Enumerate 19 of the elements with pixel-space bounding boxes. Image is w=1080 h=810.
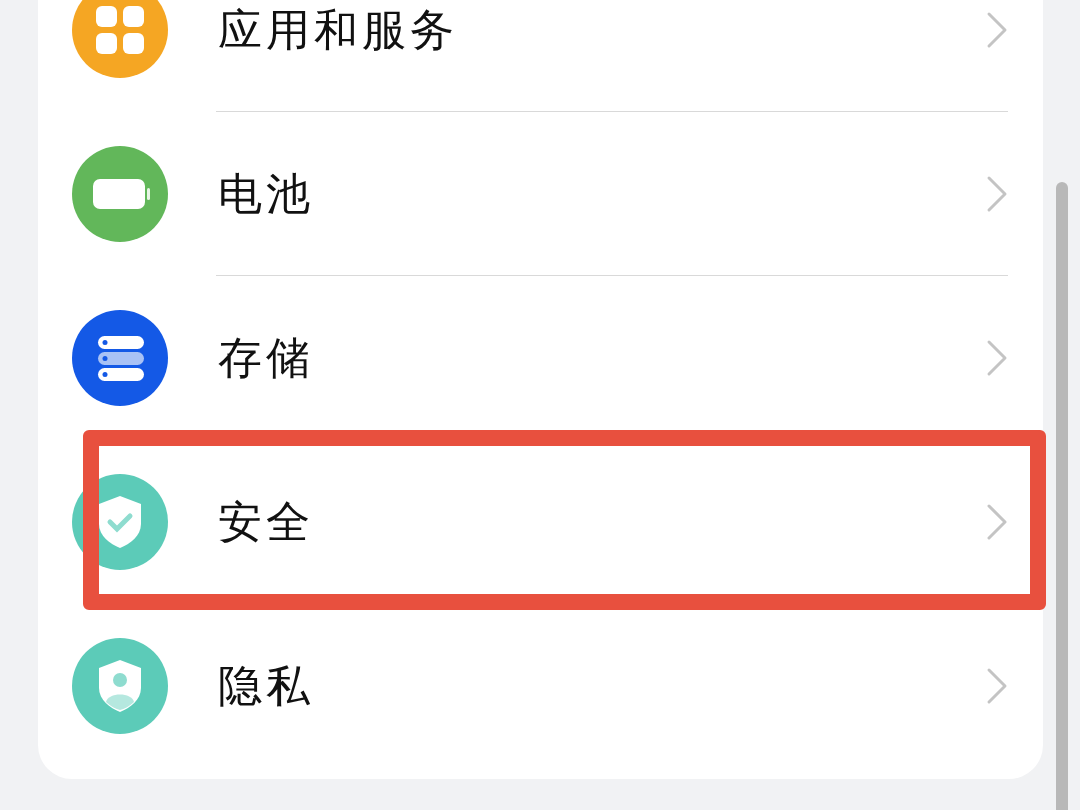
- item-label: 安全: [218, 496, 315, 549]
- storage-icon: [72, 310, 168, 406]
- item-label: 隐私: [218, 660, 315, 713]
- settings-item[interactable]: 安全: [38, 440, 1043, 604]
- chevron-right-icon: [986, 667, 1008, 705]
- chevron-right-icon: [986, 11, 1008, 49]
- chevron-right-icon: [986, 175, 1008, 213]
- chevron-right-icon: [986, 503, 1008, 541]
- item-label: 电池: [218, 168, 315, 221]
- battery-icon: [72, 146, 168, 242]
- settings-item[interactable]: 隐私: [38, 604, 1043, 768]
- settings-item[interactable]: 存储: [38, 276, 1043, 440]
- item-label: 应用和服务: [218, 4, 459, 57]
- shield-check-icon: [72, 474, 168, 570]
- settings-item[interactable]: 应用和服务: [38, 0, 1043, 112]
- settings-item[interactable]: 电池: [38, 112, 1043, 276]
- shield-person-icon: [72, 638, 168, 734]
- chevron-right-icon: [986, 339, 1008, 377]
- item-label: 存储: [218, 332, 315, 385]
